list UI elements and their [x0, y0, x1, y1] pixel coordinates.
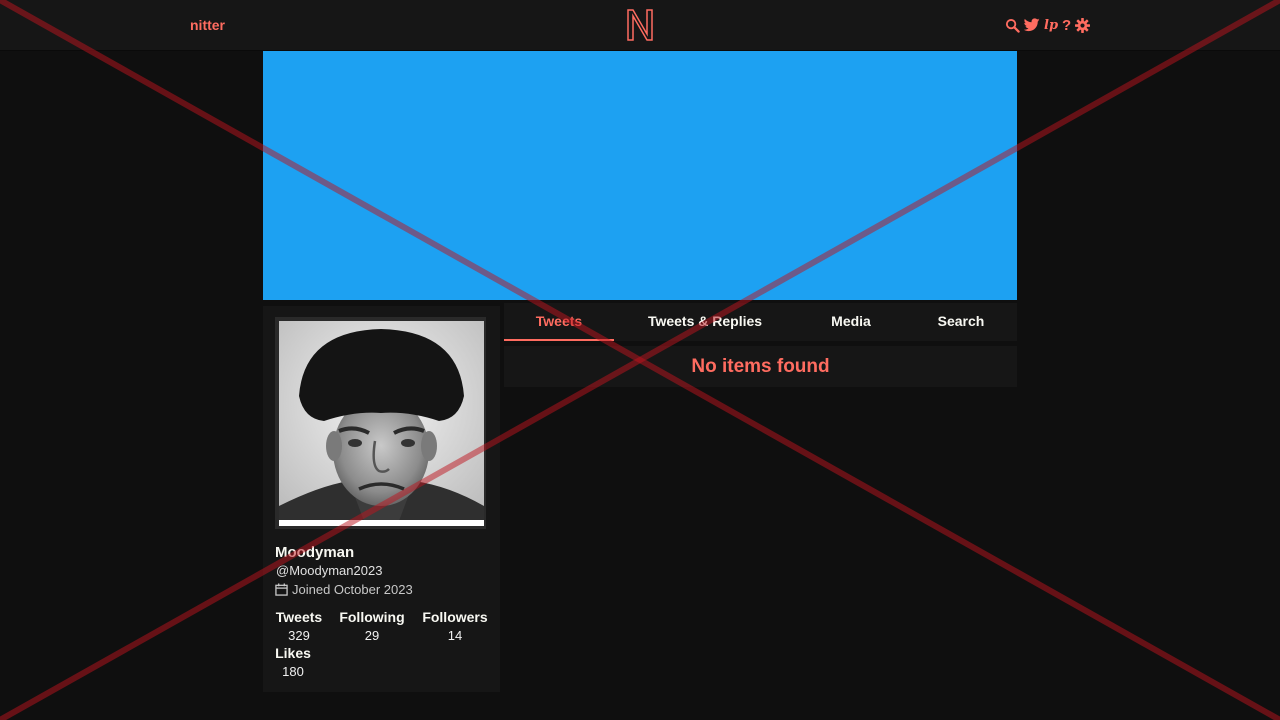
tab-search[interactable]: Search: [914, 303, 1008, 341]
nav-icon-bar: lp ?: [1005, 15, 1091, 35]
search-icon[interactable]: [1005, 18, 1020, 33]
timeline-empty-message: No items found: [504, 346, 1017, 387]
stat-likes[interactable]: Likes 180: [275, 645, 311, 679]
nitter-logo[interactable]: [625, 8, 655, 42]
stat-likes-value: 180: [282, 664, 304, 679]
profile-username[interactable]: @Moodyman2023: [276, 563, 382, 578]
profile-fullname[interactable]: Moodyman: [275, 544, 354, 561]
top-navbar: nitter lp ?: [0, 0, 1280, 51]
joined-date-text: Joined October 2023: [292, 582, 413, 597]
stat-following[interactable]: Following 29: [339, 609, 405, 643]
stat-followers[interactable]: Followers 14: [422, 609, 488, 643]
stat-following-value: 29: [364, 628, 380, 643]
profile-card: Moodyman @Moodyman2023 Joined October 20…: [263, 306, 500, 692]
tab-media[interactable]: Media: [804, 303, 898, 341]
stat-likes-label: Likes: [275, 645, 311, 661]
profile-joined: Joined October 2023: [275, 582, 413, 597]
twitter-icon[interactable]: [1024, 18, 1040, 32]
calendar-icon: [275, 583, 288, 596]
tab-tweets[interactable]: Tweets: [504, 303, 614, 341]
gear-icon[interactable]: [1075, 17, 1091, 33]
avatar-frame[interactable]: [275, 317, 486, 529]
stat-tweets-label: Tweets: [275, 609, 323, 625]
stat-followers-label: Followers: [422, 609, 488, 625]
avatar[interactable]: [279, 321, 484, 526]
stat-tweets-value: 329: [288, 628, 310, 643]
lp-icon[interactable]: lp: [1044, 18, 1058, 33]
stat-tweets[interactable]: Tweets 329: [275, 609, 323, 643]
help-icon[interactable]: ?: [1062, 17, 1071, 34]
stat-following-label: Following: [339, 609, 405, 625]
brand-link[interactable]: nitter: [190, 17, 225, 33]
profile-banner[interactable]: [263, 51, 1017, 300]
timeline-tabs: Tweets Tweets & Replies Media Search: [504, 303, 1017, 341]
tab-tweets-replies[interactable]: Tweets & Replies: [630, 303, 780, 341]
stat-followers-value: 14: [447, 628, 463, 643]
